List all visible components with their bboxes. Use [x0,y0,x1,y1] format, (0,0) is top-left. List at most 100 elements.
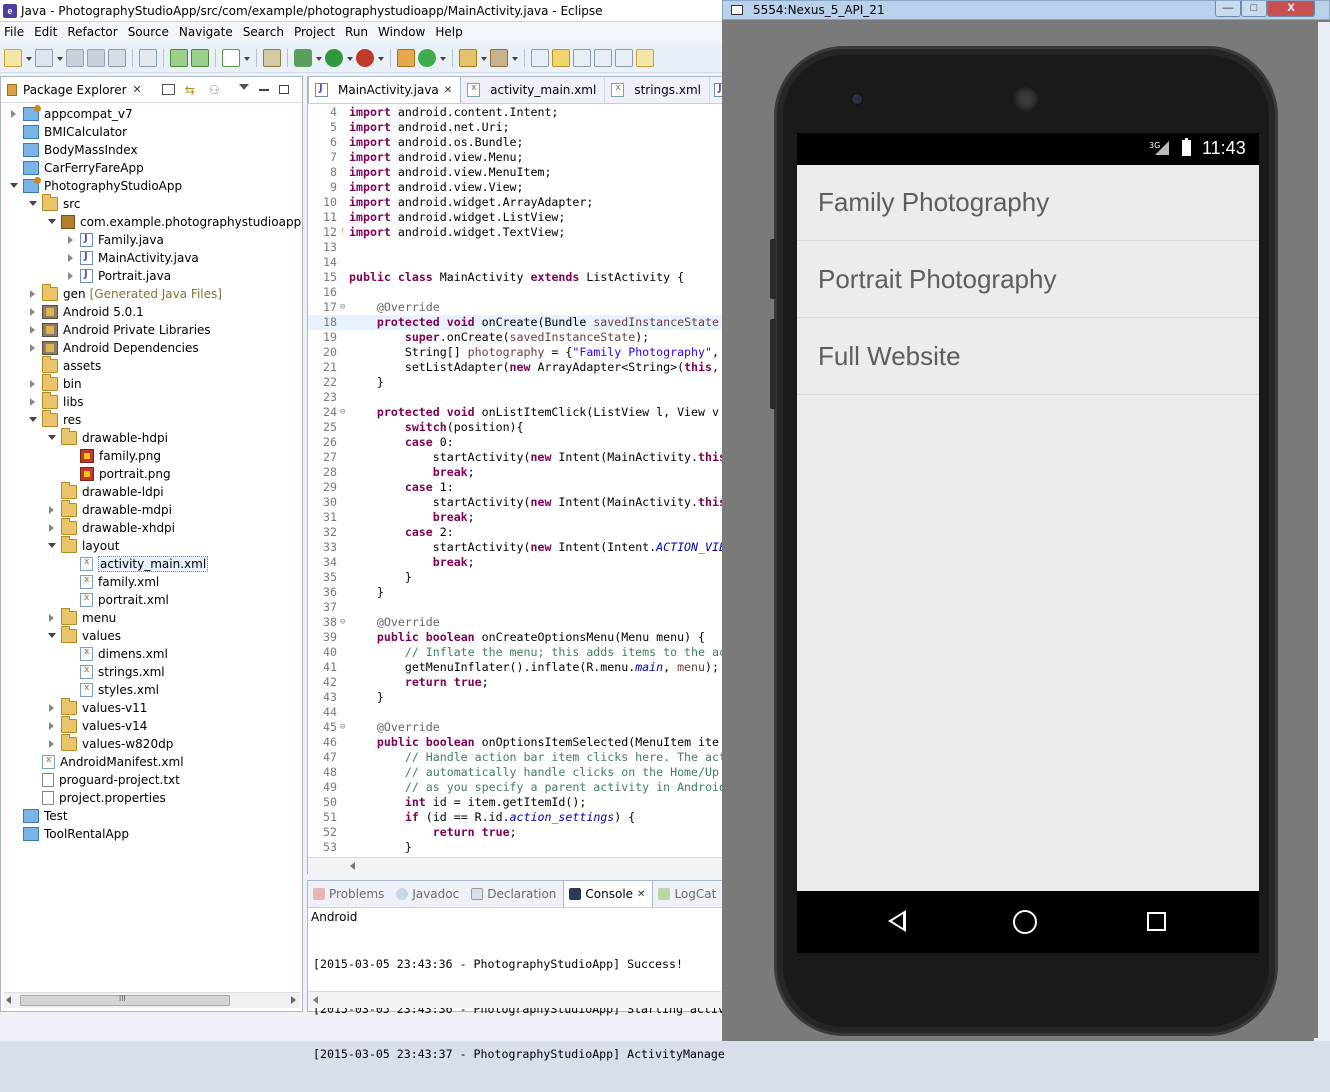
tab-problems[interactable]: Problems [308,881,391,907]
tree-item[interactable]: Android Dependencies [28,339,199,357]
code-line[interactable]: 27 startActivity(new Intent(MainActivity… [308,450,723,465]
code-line[interactable]: 39 public boolean onCreateOptionsMenu(Me… [308,630,723,645]
code-line[interactable]: 52 return true; [308,825,723,840]
code-line[interactable]: 22 } [308,375,723,390]
code-line[interactable]: 10 import android.widget.ArrayAdapter; [308,195,723,210]
code-line[interactable]: 49 // as you specify a parent activity i… [308,780,723,795]
code-line[interactable]: 47 // Handle action bar item clicks here… [308,750,723,765]
menu-search[interactable]: Search [239,25,290,39]
tree-item[interactable]: styles.xml [66,681,159,699]
tree-item[interactable]: family.xml [66,573,159,591]
new-class-icon[interactable] [418,48,436,67]
save-all-icon[interactable] [87,48,105,67]
open-type-dropdown-icon[interactable] [480,49,487,67]
code-line[interactable]: 23 [308,390,723,405]
code-line[interactable]: 26 case 0: [308,435,723,450]
code-line[interactable]: 6 import android.os.Bundle; [308,135,723,150]
code-line[interactable]: 14 [308,255,723,270]
collapsed-arrow-icon[interactable] [28,303,38,321]
tree-item[interactable]: proguard-project.txt [28,771,180,789]
code-line[interactable]: 25 switch(position){ [308,420,723,435]
check-dropdown-icon[interactable] [243,49,250,67]
link-with-editor-icon[interactable]: ⇆ [185,84,199,96]
fold-icon[interactable]: ⊖ [340,615,348,630]
highlight-icon[interactable] [552,48,570,67]
collapsed-arrow-icon[interactable] [28,339,38,357]
code-line[interactable]: 18 protected void onCreate(Bundle savedI… [308,315,723,330]
open-task-icon[interactable] [490,48,508,67]
close-tab-icon[interactable]: ✕ [637,889,645,900]
filter-icon[interactable]: ⚇ [209,84,223,96]
code-line[interactable]: 21 setListAdapter(new ArrayAdapter<Strin… [308,360,723,375]
show-whitespace-icon[interactable] [573,48,591,67]
tree-item[interactable]: layout [47,536,119,555]
tree-item[interactable]: MainActivity.java [66,249,199,267]
tab-console[interactable]: Console ✕ [563,880,654,907]
collapsed-arrow-icon[interactable] [47,717,57,735]
code-line[interactable]: 31 break; [308,510,723,525]
tree-item[interactable]: ToolRentalApp [9,825,129,843]
run-icon[interactable] [325,48,343,67]
save-icon[interactable] [66,48,84,67]
collapsed-arrow-icon[interactable] [66,249,76,267]
code-line[interactable]: 7 import android.view.Menu; [308,150,723,165]
home-icon[interactable] [1013,910,1037,934]
menu-file[interactable]: File [0,25,30,39]
code-line[interactable]: 40 // Inflate the menu; this adds items … [308,645,723,660]
expanded-arrow-icon[interactable] [9,177,19,195]
code-line[interactable]: 53 } [308,840,723,855]
code-line[interactable]: 35 } [308,570,723,585]
next-annotation-icon[interactable] [636,48,654,67]
collapsed-arrow-icon[interactable] [66,231,76,249]
code-line[interactable]: 46 public boolean onOptionsItemSelected(… [308,735,723,750]
fold-icon[interactable]: ⊖ [340,405,348,420]
tree-item[interactable]: assets [28,356,101,375]
code-line[interactable]: 13 [308,240,723,255]
code-line[interactable]: 51 if (id == R.id.action_settings) { [308,810,723,825]
scroll-left-icon[interactable] [313,996,318,1004]
tree-item[interactable]: family.png [66,447,161,465]
debug-dropdown-icon[interactable] [315,49,322,67]
tree-item[interactable]: bin [28,374,82,393]
code-line[interactable]: 19 super.onCreate(savedInstanceState); [308,330,723,345]
code-line[interactable]: 29 case 1: [308,480,723,495]
tree-item[interactable]: libs [28,392,84,411]
print-icon[interactable] [108,48,126,67]
collapsed-arrow-icon[interactable] [47,699,57,717]
debug-icon[interactable] [294,48,312,67]
collapsed-arrow-icon[interactable] [28,285,38,303]
new-java-project-icon[interactable] [397,48,415,67]
console-scrollbar[interactable] [308,991,723,1008]
package-explorer-scrollbar[interactable]: III [4,992,300,1008]
minimize-view-icon[interactable] [258,88,269,91]
editor-scrollbar[interactable] [308,857,723,874]
code-line[interactable]: 9 import android.view.View; [308,180,723,195]
new-class-dropdown-icon[interactable] [439,49,446,67]
tree-item[interactable]: Test [9,807,68,825]
code-line[interactable]: 20 String[] photography = {"Family Photo… [308,345,723,360]
collapsed-arrow-icon[interactable] [47,519,57,537]
collapsed-arrow-icon[interactable] [28,375,38,393]
tree-item[interactable]: values-w820dp [47,734,173,753]
close-button[interactable]: X [1267,1,1315,17]
build-icon[interactable] [263,48,281,67]
code-line[interactable]: 36 } [308,585,723,600]
code-line[interactable]: 24 ⊖ protected void onListItemClick(ListV… [308,405,723,420]
expanded-arrow-icon[interactable] [47,429,57,447]
tree-item[interactable]: drawable-ldpi [47,482,164,501]
list-item-full-website[interactable]: Full Website [797,319,1259,395]
avd-manager-icon[interactable] [191,48,209,67]
new-dropdown-icon[interactable] [25,49,32,67]
new-icon[interactable] [4,48,22,67]
code-line[interactable]: 42 return true; [308,675,723,690]
tree-item[interactable]: project.properties [28,789,166,807]
tab-declaration[interactable]: Declaration [466,881,563,907]
new-wizard-icon[interactable] [35,48,53,67]
tree-item[interactable]: com.example.photographystudioapp [47,213,301,231]
tree-item[interactable]: portrait.png [66,465,171,483]
collapsed-arrow-icon[interactable] [28,393,38,411]
minimize-button[interactable]: — [1215,1,1241,17]
code-line[interactable]: 37 [308,600,723,615]
tree-item[interactable]: Android 5.0.1 [28,303,144,321]
code-line[interactable]: 34 break; [308,555,723,570]
